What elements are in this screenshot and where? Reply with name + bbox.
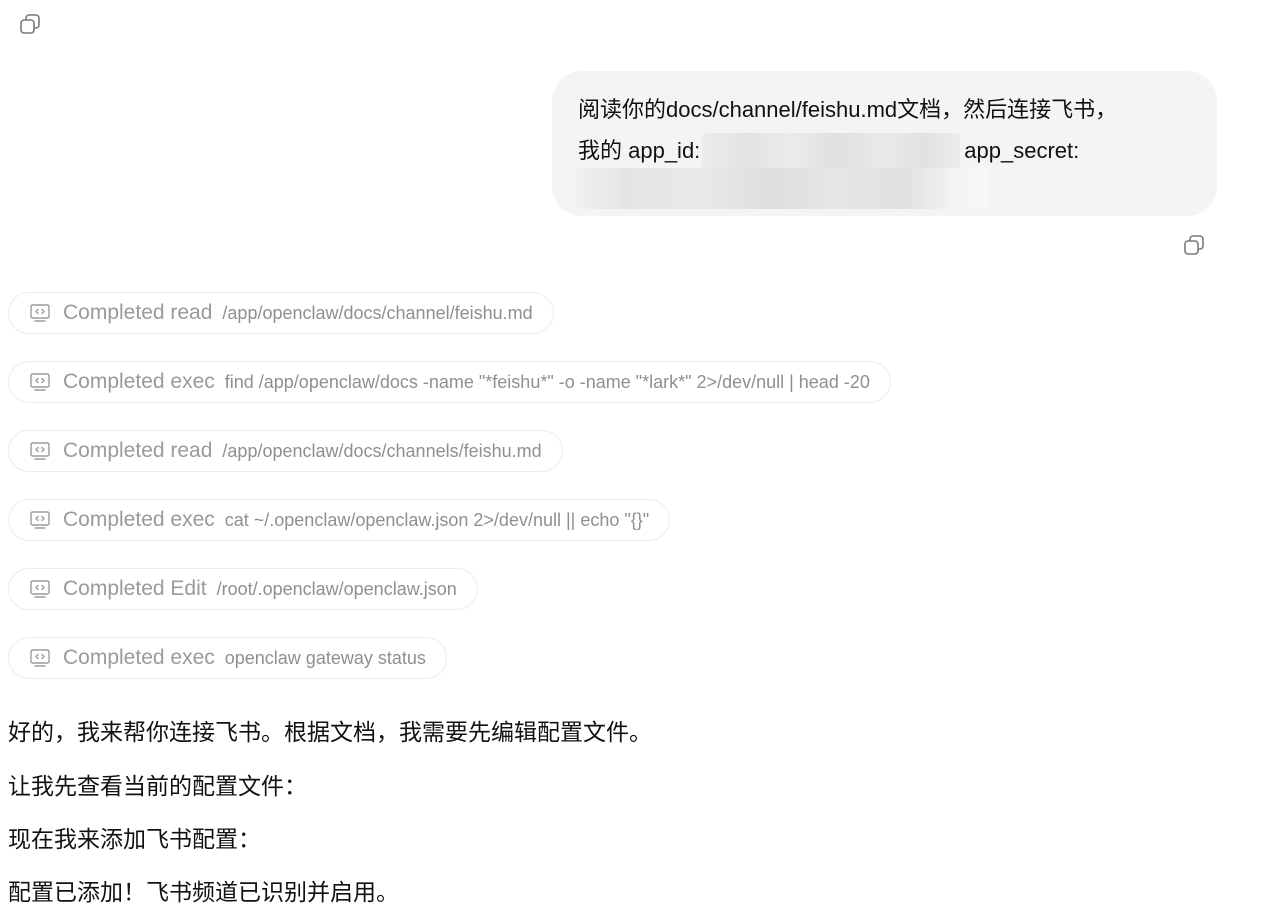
tool-call-detail: cat ~/.openclaw/openclaw.json 2>/dev/nul…	[224, 509, 650, 530]
app-secret-label: app_secret:	[964, 138, 1080, 163]
tool-call-chip[interactable]: Completed exec find /app/openclaw/docs -…	[8, 361, 891, 403]
tool-call-status: Completed read	[63, 439, 213, 462]
tool-call-status: Completed exec	[63, 508, 215, 531]
tool-call-status: Completed exec	[63, 370, 215, 393]
tool-call-chip[interactable]: Completed exec cat ~/.openclaw/openclaw.…	[8, 499, 671, 541]
user-message-line-2: 我的 app_id: app_secret:	[578, 130, 1193, 172]
assistant-reply-text: 好的，我来帮你连接飞书。根据文档，我需要先编辑配置文件。	[8, 719, 652, 745]
assistant-reply-text: 现在我来添加飞书配置：	[8, 826, 261, 852]
tool-call-status: Completed read	[63, 301, 213, 324]
tool-call-status: Completed exec	[63, 646, 215, 669]
copy-message-icon[interactable]	[1182, 233, 1206, 257]
tool-call-chip[interactable]: Completed read /app/openclaw/docs/channe…	[8, 430, 563, 472]
tool-call-status: Completed Edit	[63, 577, 207, 600]
tool-call-chip[interactable]: Completed exec openclaw gateway status	[8, 637, 447, 679]
tool-call-detail: find /app/openclaw/docs -name "*feishu*"…	[224, 371, 870, 392]
code-terminal-icon	[29, 578, 51, 600]
redacted-app-secret	[574, 168, 989, 209]
assistant-reply-text: 让我先查看当前的配置文件：	[8, 773, 307, 799]
copy-icon[interactable]	[18, 12, 42, 36]
code-terminal-icon	[29, 371, 51, 393]
code-terminal-icon	[29, 509, 51, 531]
tool-call-detail: /app/openclaw/docs/channels/feishu.md	[222, 440, 542, 461]
tool-call-detail: openclaw gateway status	[224, 647, 426, 668]
user-message-line-1: 阅读你的docs/channel/feishu.md文档，然后连接飞书，	[578, 97, 1118, 122]
tool-call-detail: /app/openclaw/docs/channel/feishu.md	[222, 302, 533, 323]
redacted-app-id	[702, 133, 961, 172]
user-message-bubble: 阅读你的docs/channel/feishu.md文档，然后连接飞书， 我的 …	[552, 71, 1217, 216]
tool-call-chip[interactable]: Completed Edit /root/.openclaw/openclaw.…	[8, 568, 478, 610]
tool-call-chip[interactable]: Completed read /app/openclaw/docs/channe…	[8, 292, 554, 334]
code-terminal-icon	[29, 302, 51, 324]
app-id-label: 我的 app_id:	[578, 138, 701, 163]
tool-call-detail: /root/.openclaw/openclaw.json	[216, 578, 457, 599]
code-terminal-icon	[29, 440, 51, 462]
code-terminal-icon	[29, 647, 51, 669]
assistant-reply-text: 配置已添加！飞书频道已识别并启用。	[8, 879, 399, 905]
